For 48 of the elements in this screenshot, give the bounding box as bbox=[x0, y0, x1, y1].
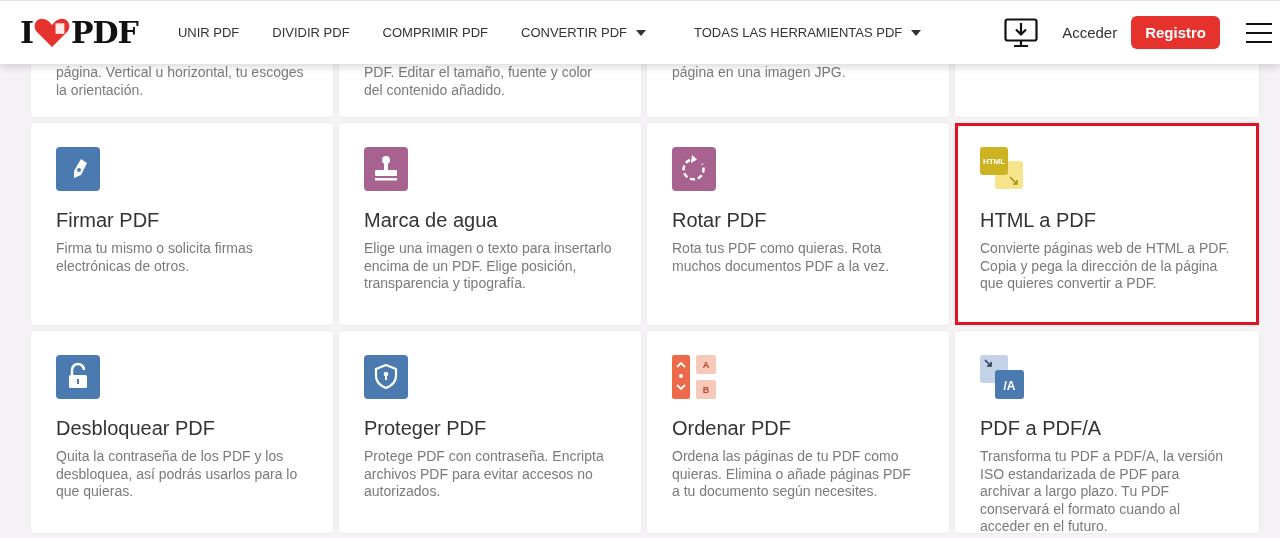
shield-icon bbox=[364, 355, 408, 399]
tool-title: Ordenar PDF bbox=[672, 417, 792, 440]
nav-link[interactable]: COMPRIMIR PDF bbox=[382, 25, 489, 40]
tool-description: Elige una imagen o texto para insertarlo encima de un PDF. Elige posición, transparencia y tipografía. bbox=[364, 240, 613, 293]
tool-card[interactable]: Proteger PDF Protege PDF con contraseña. Encripta archivos PDF para evitar accesos no autorizados. bbox=[339, 331, 641, 533]
tool-description: PDF. Editar el tamaño, fuente y color del contenido añadido. bbox=[364, 64, 593, 99]
tool-card[interactable]: Marca de agua Elige una imagen o texto para insertarlo encima de un PDF. Elige posición, transparencia y tipografía. bbox=[339, 123, 641, 325]
stamp-icon bbox=[364, 147, 408, 191]
desktop-download-icon[interactable] bbox=[1004, 17, 1039, 48]
tool-title: Proteger PDF bbox=[364, 417, 488, 440]
tool-title: Rotar PDF bbox=[672, 209, 768, 232]
tool-description: Protege PDF con contraseña. Encripta archivos PDF para evitar accesos no autorizados. bbox=[364, 448, 605, 501]
tool-card[interactable]: página en una imagen JPG. bbox=[647, 64, 949, 117]
tool-card[interactable]: Rotar PDF Rota tus PDF como quieras. Rota muchos documentos PDF a la vez. bbox=[647, 123, 949, 325]
nav-link[interactable]: TODAS LAS HERRAMIENTAS PDF bbox=[694, 25, 922, 40]
tool-description: Quita la contraseña de los PDF y los desbloquea, así podrás usarlos para lo que quieras. bbox=[56, 448, 299, 501]
logo[interactable]: I PDF bbox=[20, 15, 138, 50]
tool-title: Firmar PDF bbox=[56, 209, 161, 232]
tool-title: Marca de agua bbox=[364, 209, 499, 232]
tool-card[interactable]: /A PDF a PDF/A Transforma tu PDF a PDF/A, la versión ISO estandarizada de PDF para archivar a largo plazo. Tu PDF conservará el formato cuando al acceder en el futuro. bbox=[955, 331, 1259, 533]
nav-link[interactable]: DIVIDIR PDF bbox=[272, 25, 350, 40]
tool-description: Rota tus PDF como quieras. Rota muchos documentos PDF a la vez. bbox=[672, 240, 891, 275]
tool-description: página en una imagen JPG. bbox=[672, 64, 847, 82]
tool-card[interactable]: página. Vertical u horizontal, tu escoges la orientación. bbox=[31, 64, 333, 117]
caret-icon bbox=[636, 29, 646, 36]
tool-description: Ordena las páginas de tu PDF como quieras. Elimina o añade páginas PDF a tu documento según necesites. bbox=[672, 448, 912, 501]
login-link[interactable]: Acceder bbox=[1062, 24, 1118, 41]
pen-nib-icon bbox=[56, 147, 100, 191]
tool-title: HTML a PDF bbox=[980, 209, 1097, 232]
tool-card[interactable]: PDF. Editar el tamaño, fuente y color del contenido añadido. bbox=[339, 64, 641, 117]
tool-description: página. Vertical u horizontal, tu escoges la orientación. bbox=[56, 64, 305, 99]
nav-link[interactable]: CONVERTIR PDF bbox=[521, 25, 646, 40]
signup-button[interactable]: Registro bbox=[1131, 16, 1220, 49]
menu-icon[interactable] bbox=[1246, 21, 1272, 44]
tool-card[interactable]: HTML HTML a PDF Convierte páginas web de HTML a PDF. Copia y pega la dirección de la página que quieres convertir a PDF. bbox=[955, 123, 1259, 325]
tool-title: Desbloquear PDF bbox=[56, 417, 216, 440]
tool-description: Convierte páginas web de HTML a PDF. Copia y pega la dirección de la página que quieres convertir a PDF. bbox=[980, 240, 1230, 293]
rotate-icon bbox=[672, 147, 716, 191]
tool-card[interactable]: Firmar PDF Firma tu mismo o solicita firmas electrónicas de otros. bbox=[31, 123, 333, 325]
tool-title: PDF a PDF/A bbox=[980, 417, 1103, 440]
tool-card[interactable]: A B Ordenar PDF Ordena las páginas de tu PDF como quieras. Elimina o añade páginas PDF a tu documento según necesites. bbox=[647, 331, 949, 533]
caret-icon bbox=[911, 29, 922, 36]
unlocked-padlock-icon bbox=[56, 355, 100, 399]
tool-description: Transforma tu PDF a PDF/A, la versión ISO estandarizada de PDF para archivar a largo plazo. Tu PDF conservará el formato cuando al acceder en el futuro. bbox=[980, 448, 1224, 536]
nav-link[interactable]: UNIR PDF bbox=[177, 25, 240, 40]
tool-description: Firma tu mismo o solicita firmas electrónicas de otros. bbox=[56, 240, 254, 275]
tool-card[interactable]: Desbloquear PDF Quita la contraseña de los PDF y los desbloquea, así podrás usarlos para lo que quieras. bbox=[31, 331, 333, 533]
heart-icon bbox=[34, 17, 71, 48]
